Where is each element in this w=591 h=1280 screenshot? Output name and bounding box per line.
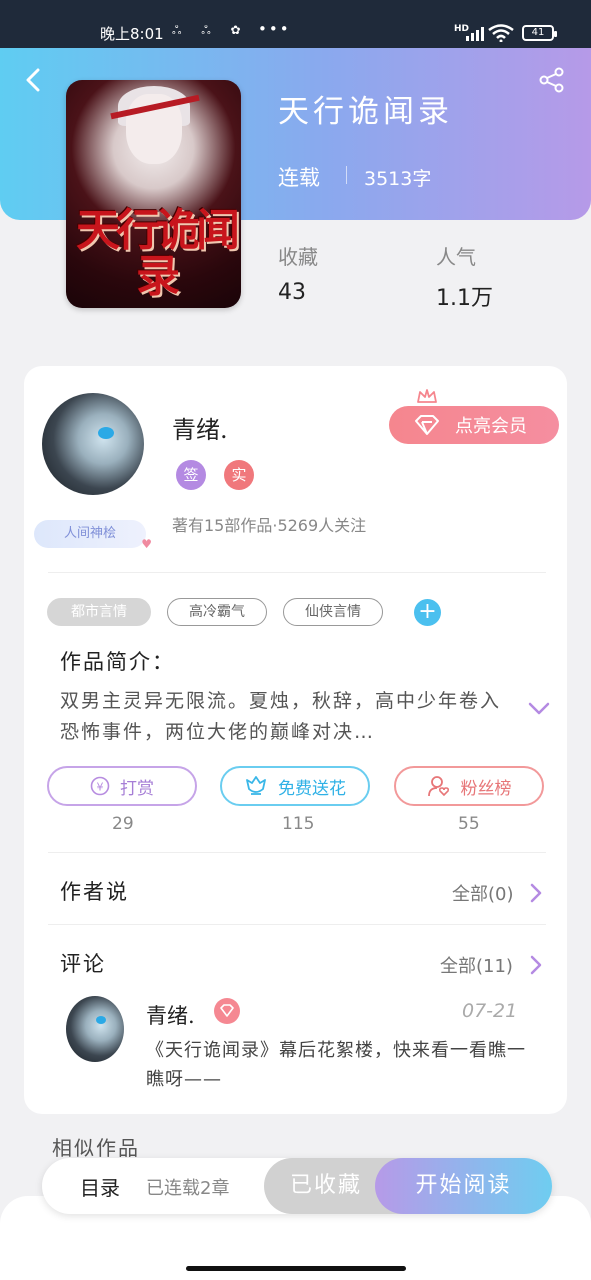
coin-icon: ¥: [90, 776, 110, 796]
battery-icon: 41: [522, 25, 557, 41]
commenter-avatar[interactable]: [66, 996, 124, 1062]
fan-ranking-button[interactable]: 粉丝榜: [394, 766, 544, 806]
author-says-all-link[interactable]: 全部(0): [452, 880, 514, 906]
start-reading-button[interactable]: 开始阅读: [375, 1158, 552, 1214]
author-title-tag: 人间神桧 ♥: [34, 520, 152, 551]
author-meta: 著有15部作品·5269人关注: [172, 516, 367, 535]
tag-xianxia-romance[interactable]: 仙侠言情: [283, 598, 383, 626]
divider: [346, 166, 347, 184]
popularity-label: 人气: [436, 245, 476, 269]
add-tag-button[interactable]: +: [414, 599, 441, 626]
tip-count: 29: [112, 814, 134, 834]
cover-title-art: 天行诡闻录: [76, 205, 240, 302]
popularity-value: 1.1万: [436, 286, 493, 311]
tag-aloof-domineering[interactable]: 高冷霸气: [167, 598, 267, 626]
more-notifications-icon: •••: [258, 20, 291, 38]
comment-text[interactable]: 《天行诡闻录》幕后花絮楼，快来看一看瞧一瞧呀——: [146, 1036, 526, 1094]
divider: [48, 924, 546, 925]
comments-title: 评论: [60, 952, 106, 976]
fan-count: 55: [458, 814, 480, 834]
tip-button[interactable]: ¥ 打赏: [47, 766, 197, 806]
send-flower-button[interactable]: 免费送花: [220, 766, 370, 806]
verified-badge: 实: [224, 460, 254, 490]
flower-icon: [246, 776, 266, 795]
author-avatar[interactable]: [42, 393, 144, 495]
commenter-name[interactable]: 青绪.: [146, 1000, 195, 1030]
share-icon[interactable]: [538, 66, 566, 94]
svg-text:¥: ¥: [97, 781, 104, 794]
book-status: 连载: [278, 166, 320, 190]
intro-text[interactable]: 双男主灵异无限流。夏烛，秋辞，高中少年卷入恐怖事件，两位大佬的巅峰对决…: [60, 686, 510, 748]
back-arrow-icon[interactable]: [22, 68, 46, 92]
home-indicator[interactable]: [186, 1266, 406, 1271]
member-badge: [214, 998, 240, 1024]
heart-icon: ♥: [141, 537, 152, 551]
flower-count: 115: [282, 814, 315, 834]
diamond-icon: [220, 1004, 234, 1017]
tag-urban-romance[interactable]: 都市言情: [47, 598, 151, 626]
signal-icon: [466, 25, 484, 41]
status-time: 晚上8:01: [100, 25, 164, 43]
divider: [48, 572, 546, 573]
chevron-right-icon[interactable]: [530, 883, 542, 903]
serial-status[interactable]: 已连载2章: [146, 1174, 229, 1200]
comments-all-link[interactable]: 全部(11): [440, 952, 513, 978]
status-bar: 晚上8:01 ஃ ஃ ✿ ••• HD 41: [0, 0, 591, 48]
crown-icon: [417, 389, 437, 403]
user-heart-icon: [427, 776, 449, 797]
collect-label: 收藏: [278, 245, 318, 269]
diamond-icon: [415, 415, 439, 435]
notification-icons: ஃ ஃ ✿: [172, 23, 249, 37]
author-says-title: 作者说: [60, 880, 129, 904]
divider: [48, 852, 546, 853]
author-name[interactable]: 青绪.: [172, 410, 228, 445]
collect-value: 43: [278, 280, 306, 305]
table-of-contents-button[interactable]: 目录: [80, 1172, 120, 1201]
signed-badge: 签: [176, 460, 206, 490]
chevron-right-icon[interactable]: [530, 955, 542, 975]
chevron-down-icon[interactable]: [528, 702, 550, 716]
book-word-count: 3513字: [364, 168, 432, 190]
wifi-icon: [488, 24, 514, 42]
similar-works-title: 相似作品: [52, 1136, 140, 1160]
book-cover[interactable]: 天行诡闻录: [66, 80, 241, 308]
intro-label: 作品简介：: [60, 650, 175, 674]
comment-date: 07-21: [462, 1000, 518, 1022]
book-title: 天行诡闻录: [278, 94, 453, 130]
